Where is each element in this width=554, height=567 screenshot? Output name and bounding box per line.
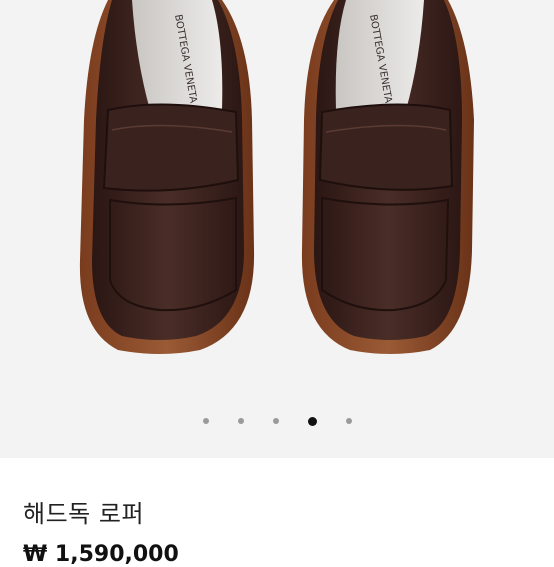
carousel-pagination [0, 415, 554, 427]
left-loafer: BOTTEGA VENETA [79, 0, 255, 354]
carousel-dot-1[interactable] [202, 418, 209, 424]
product-photo: BOTTEGA VENETA BOTTEGA VENETA [79, 0, 474, 354]
carousel-dot-4-active[interactable] [307, 416, 317, 426]
product-price: ₩ 1,590,000 [23, 542, 179, 567]
carousel-dot-3[interactable] [272, 418, 279, 424]
carousel-dot-2[interactable] [237, 418, 244, 424]
product-image-carousel[interactable]: BOTTEGA VENETA BOTTEGA VENETA [0, 0, 554, 458]
product-info: 해드독 로퍼 ₩ 1,590,000 [0, 458, 554, 567]
product-title: 해드독 로퍼 [23, 500, 145, 528]
right-loafer: BOTTEGA VENETA [301, 0, 474, 354]
carousel-dot-5[interactable] [345, 418, 352, 424]
